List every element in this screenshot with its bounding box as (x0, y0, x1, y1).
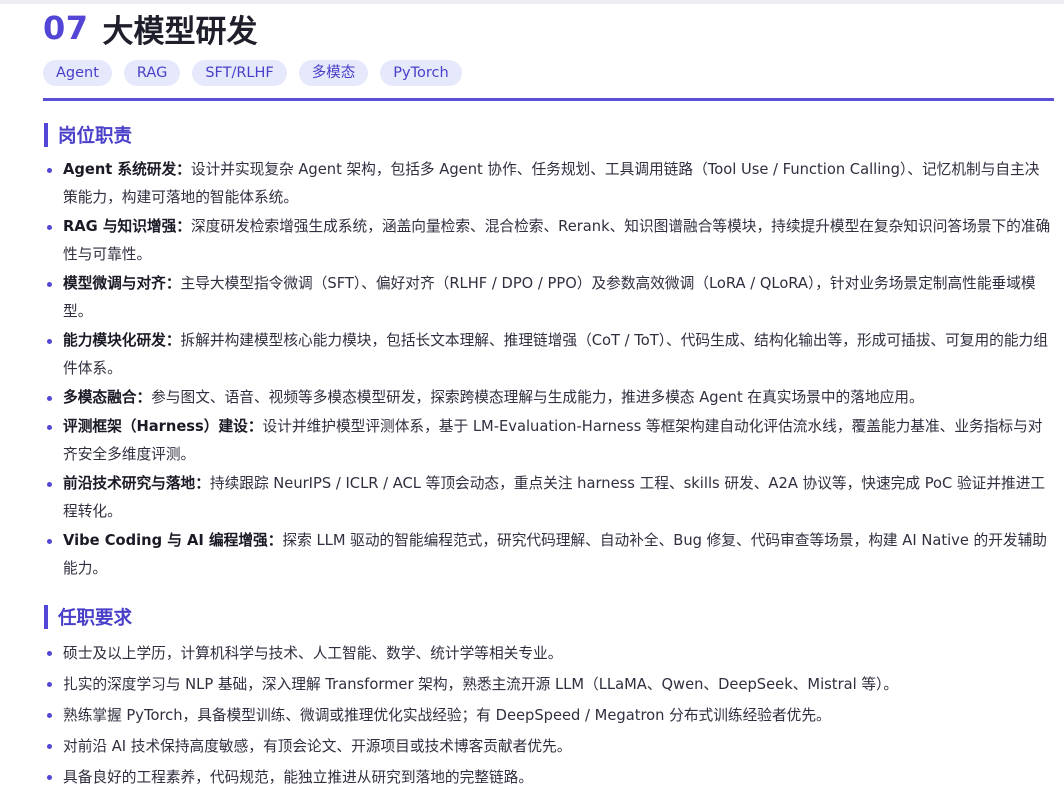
tag-agent[interactable]: Agent (43, 60, 112, 86)
list-item: RAG 与知识增强：深度研发检索增强生成系统，涵盖向量检索、混合检索、Reran… (43, 213, 1054, 269)
item-label: 模型微调与对齐： (63, 275, 181, 292)
item-text: 拆解并构建模型核心能力模块，包括长文本理解、推理链增强（CoT / ToT）、代… (63, 332, 1048, 377)
list-item: 模型微调与对齐：主导大模型指令微调（SFT）、偏好对齐（RLHF / DPO /… (43, 270, 1054, 326)
heading-accent-bar (44, 123, 48, 147)
top-divider (0, 0, 1064, 4)
responsibilities-list: Agent 系统研发：设计并实现复杂 Agent 架构，包括多 Agent 协作… (43, 156, 1054, 583)
list-item: 能力模块化研发：拆解并构建模型核心能力模块，包括长文本理解、推理链增强（CoT … (43, 327, 1054, 383)
tag-pytorch[interactable]: PyTorch (380, 60, 462, 86)
requirements-heading: 任职要求 (44, 604, 1054, 630)
item-text: 设计并实现复杂 Agent 架构，包括多 Agent 协作、任务规划、工具调用链… (63, 161, 1040, 206)
list-item: 熟练掌握 PyTorch，具备模型训练、微调或推理优化实战经验；有 DeepSp… (43, 701, 1054, 730)
tag-list: Agent RAG SFT/RLHF 多模态 PyTorch (43, 60, 1054, 86)
responsibilities-heading: 岗位职责 (44, 122, 1054, 148)
requirements-title: 任职要求 (58, 608, 133, 629)
item-text: 深度研发检索增强生成系统，涵盖向量检索、混合检索、Rerank、知识图谱融合等模… (63, 218, 1051, 263)
list-item: 评测框架（Harness）建设：设计并维护模型评测体系，基于 LM-Evalua… (43, 413, 1054, 469)
requirements-list: 硕士及以上学历，计算机科学与技术、人工智能、数学、统计学等相关专业。 扎实的深度… (43, 639, 1054, 792)
list-item: 扎实的深度学习与 NLP 基础，深入理解 Transformer 架构，熟悉主流… (43, 670, 1054, 699)
item-label: Vibe Coding 与 AI 编程增强： (63, 532, 283, 549)
page-title: 大模型研发 (102, 13, 258, 50)
list-item: Agent 系统研发：设计并实现复杂 Agent 架构，包括多 Agent 协作… (43, 156, 1054, 212)
list-item: 硕士及以上学历，计算机科学与技术、人工智能、数学、统计学等相关专业。 (43, 639, 1054, 668)
list-item: 对前沿 AI 技术保持高度敏感，有顶会论文、开源项目或技术博客贡献者优先。 (43, 732, 1054, 761)
item-text: 参与图文、语音、视频等多模态模型研发，探索跨模态理解与生成能力，推进多模态 Ag… (151, 389, 924, 406)
list-item: 具备良好的工程素养，代码规范，能独立推进从研究到落地的完整链路。 (43, 763, 1054, 792)
item-label: 评测框架（Harness）建设： (63, 418, 263, 435)
section-header: 07 大模型研发 (43, 6, 1054, 50)
header-divider (43, 98, 1054, 101)
list-item: 多模态融合：参与图文、语音、视频等多模态模型研发，探索跨模态理解与生成能力，推进… (43, 384, 1054, 412)
responsibilities-title: 岗位职责 (58, 126, 133, 147)
item-label: Agent 系统研发： (63, 161, 191, 178)
tag-sft-rlhf[interactable]: SFT/RLHF (192, 60, 287, 86)
item-label: RAG 与知识增强： (63, 218, 191, 235)
tag-multimodal[interactable]: 多模态 (298, 60, 369, 86)
list-item: Vibe Coding 与 AI 编程增强：探索 LLM 驱动的智能编程范式，研… (43, 527, 1054, 583)
item-text: 持续跟踪 NeurIPS / ICLR / ACL 等顶会动态，重点关注 har… (63, 475, 1046, 520)
item-text: 主导大模型指令微调（SFT）、偏好对齐（RLHF / DPO / PPO）及参数… (63, 275, 1036, 320)
tag-rag[interactable]: RAG (123, 60, 181, 86)
list-item: 前沿技术研究与落地：持续跟踪 NeurIPS / ICLR / ACL 等顶会动… (43, 470, 1054, 526)
job-section: 07 大模型研发 Agent RAG SFT/RLHF 多模态 PyTorch … (43, 6, 1054, 794)
item-label: 能力模块化研发： (63, 332, 181, 349)
heading-accent-bar (44, 605, 48, 629)
item-label: 多模态融合： (63, 389, 152, 406)
section-number: 07 (43, 9, 89, 47)
item-label: 前沿技术研究与落地： (63, 475, 210, 492)
